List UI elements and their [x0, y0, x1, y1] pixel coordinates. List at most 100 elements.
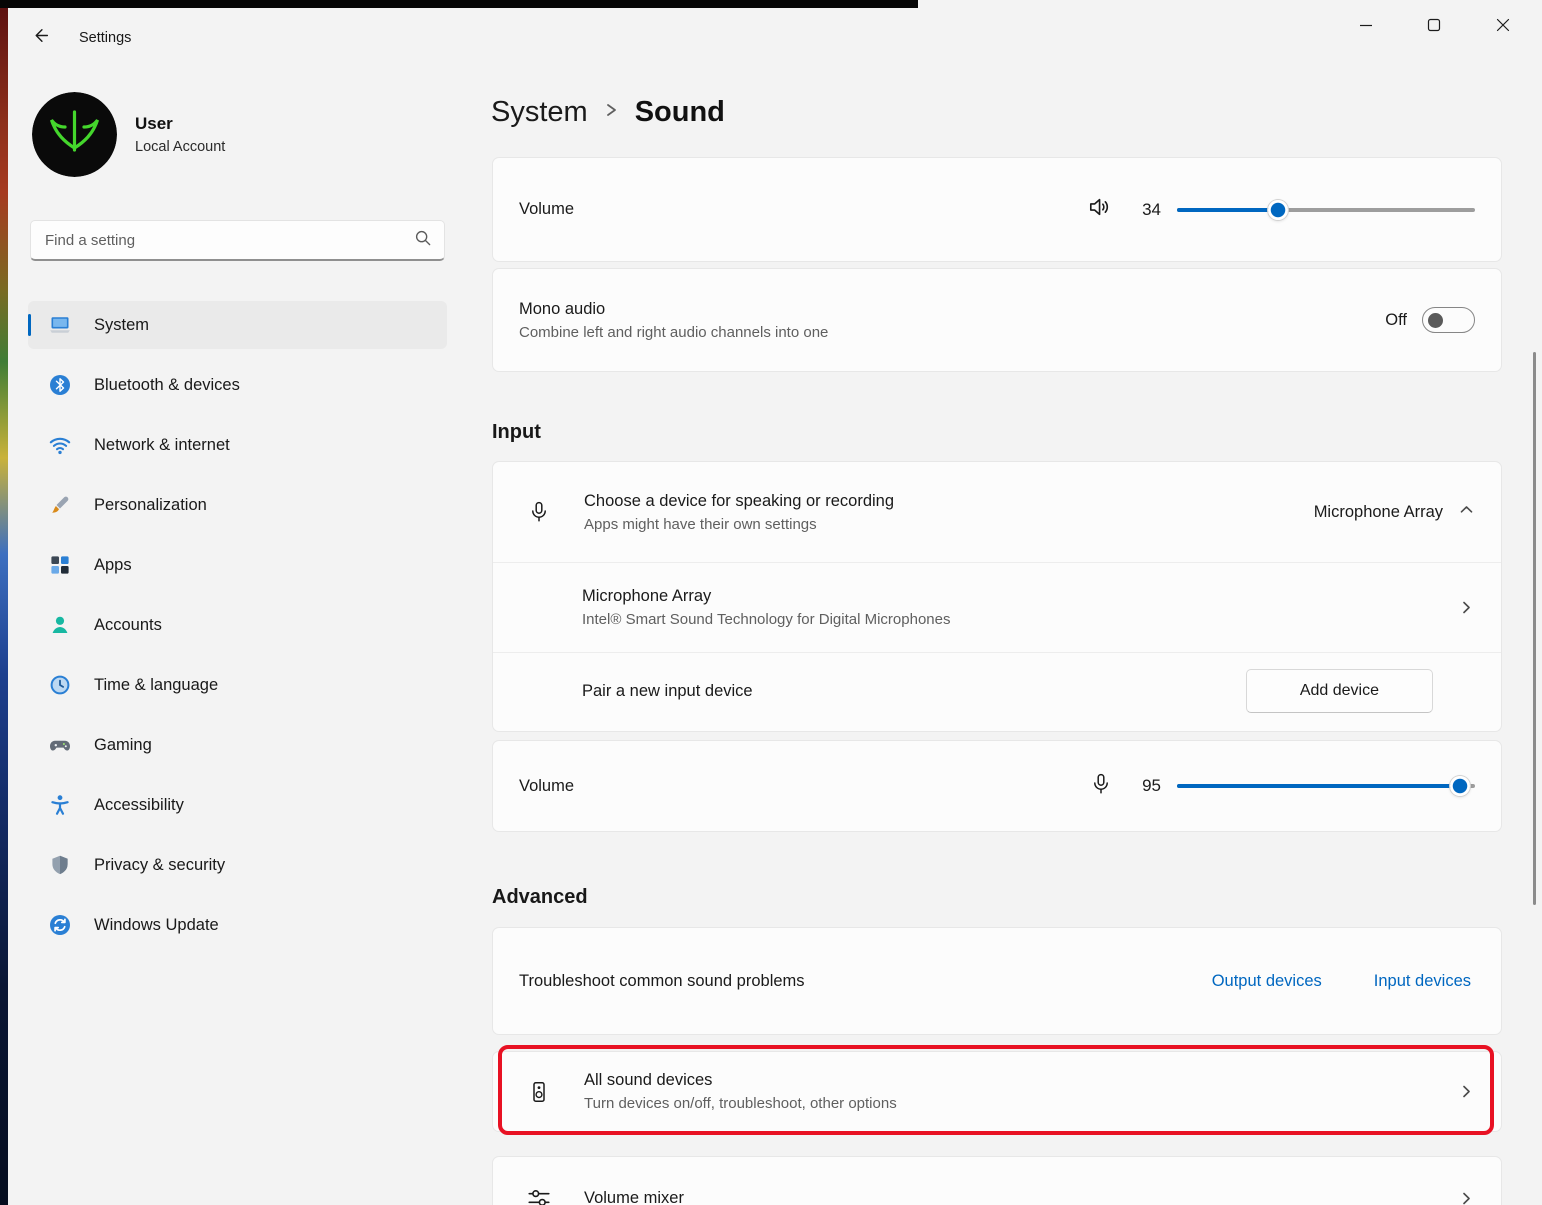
maximize-icon: [1427, 18, 1441, 37]
sidebar-item-label: Personalization: [94, 496, 207, 515]
window-title: Settings: [79, 30, 131, 46]
mono-audio-toggle-group: Off: [1385, 307, 1475, 333]
sidebar-item-label: Accounts: [94, 616, 162, 635]
avatar: [32, 92, 117, 177]
back-button[interactable]: [24, 23, 56, 53]
output-devices-link[interactable]: Output devices: [1212, 972, 1322, 991]
mono-audio-toggle[interactable]: [1422, 307, 1475, 333]
input-volume-slider[interactable]: [1177, 784, 1475, 788]
privacy-security-icon: [48, 853, 72, 877]
sidebar-item-accessibility[interactable]: Accessibility: [28, 781, 447, 829]
account-type: Local Account: [135, 139, 432, 155]
output-volume-card: Volume 34: [492, 157, 1502, 262]
bluetooth-icon: [48, 373, 72, 397]
account-text: User Local Account: [135, 114, 432, 155]
chevron-right-icon: [604, 96, 619, 129]
sidebar-nav: System Bluetooth & devices Network & int…: [28, 301, 447, 961]
search-icon[interactable]: [414, 229, 432, 252]
microphone-array-title: Microphone Array: [582, 587, 1458, 606]
sidebar-item-windows-update[interactable]: Windows Update: [28, 901, 447, 949]
sidebar-item-label: Apps: [94, 556, 132, 575]
sidebar-item-system[interactable]: System: [28, 301, 447, 349]
output-volume-slider[interactable]: [1177, 208, 1475, 212]
input-picker-title: Choose a device for speaking or recordin…: [584, 492, 1314, 511]
search-box: [30, 220, 445, 261]
sidebar-item-label: Network & internet: [94, 436, 230, 455]
pair-input-device-label: Pair a new input device: [582, 682, 753, 701]
input-picker-value: Microphone Array: [1314, 501, 1475, 523]
all-sound-devices-card[interactable]: All sound devices Turn devices on/off, t…: [492, 1051, 1502, 1132]
windows-update-icon: [48, 913, 72, 937]
sidebar-item-apps[interactable]: Apps: [28, 541, 447, 589]
search-input[interactable]: [45, 232, 414, 249]
mono-audio-description: Combine left and right audio channels in…: [519, 324, 1385, 341]
output-volume-slider-fill[interactable]: [1177, 208, 1278, 212]
desktop-edge-left: [0, 0, 8, 1205]
sidebar-item-label: Gaming: [94, 736, 152, 755]
input-picker-description: Apps might have their own settings: [584, 516, 1314, 533]
sidebar-item-network-internet[interactable]: Network & internet: [28, 421, 447, 469]
chevron-right-icon[interactable]: [1458, 1083, 1475, 1100]
input-devices-card: Choose a device for speaking or recordin…: [492, 461, 1502, 732]
troubleshoot-card: Troubleshoot common sound problems Outpu…: [492, 927, 1502, 1035]
mono-audio-card: Mono audio Combine left and right audio …: [492, 268, 1502, 372]
output-volume-label: Volume: [519, 200, 574, 219]
pair-input-device-row: Pair a new input device Add device: [493, 652, 1501, 729]
accessibility-icon: [48, 793, 72, 817]
microphone-array-text: Microphone Array Intel® Smart Sound Tech…: [582, 587, 1458, 628]
maximize-button[interactable]: [1411, 8, 1457, 46]
sidebar-item-label: Accessibility: [94, 796, 184, 815]
input-volume-label: Volume: [519, 777, 574, 796]
account-name: User: [135, 114, 432, 134]
input-volume-slider-fill[interactable]: [1177, 784, 1460, 788]
selected-input-device: Microphone Array: [1314, 503, 1443, 522]
sidebar-item-label: Windows Update: [94, 916, 219, 935]
input-volume-card: Volume 95: [492, 740, 1502, 832]
advanced-section-title: Advanced: [492, 886, 588, 909]
sidebar-item-accounts[interactable]: Accounts: [28, 601, 447, 649]
sidebar-item-label: Privacy & security: [94, 856, 225, 875]
sidebar-item-label: System: [94, 316, 149, 335]
system-icon: [48, 313, 72, 337]
accounts-icon: [48, 613, 72, 637]
breadcrumb-system[interactable]: System: [491, 96, 588, 129]
minimize-button[interactable]: [1343, 8, 1389, 46]
volume-mixer-title: Volume mixer: [584, 1189, 1458, 1205]
microphone-array-description: Intel® Smart Sound Technology for Digita…: [582, 611, 1458, 628]
troubleshoot-links: Output devices Input devices: [1212, 972, 1471, 991]
arrow-left-icon: [31, 26, 50, 50]
mono-audio-text: Mono audio Combine left and right audio …: [519, 300, 1385, 341]
sidebar-item-privacy-security[interactable]: Privacy & security: [28, 841, 447, 889]
gaming-icon: [48, 733, 72, 757]
chevron-up-icon[interactable]: [1458, 501, 1475, 523]
input-device-picker[interactable]: Choose a device for speaking or recordin…: [493, 462, 1501, 562]
input-devices-link[interactable]: Input devices: [1374, 972, 1471, 991]
add-device-button[interactable]: Add device: [1246, 669, 1433, 713]
account-header[interactable]: User Local Account: [32, 92, 432, 177]
speaker-icon[interactable]: [1087, 194, 1113, 225]
sidebar-item-time-language[interactable]: Time & language: [28, 661, 447, 709]
volume-mixer-card[interactable]: Volume mixer: [492, 1156, 1502, 1205]
input-volume-controls: 95: [1089, 772, 1475, 801]
scrollbar-thumb[interactable]: [1533, 352, 1536, 905]
sidebar-item-bluetooth-devices[interactable]: Bluetooth & devices: [28, 361, 447, 409]
minimize-icon: [1359, 18, 1373, 37]
speaker-box-icon: [526, 1080, 552, 1104]
microphone-array-item[interactable]: Microphone Array Intel® Smart Sound Tech…: [493, 562, 1501, 652]
all-sound-devices-text: All sound devices Turn devices on/off, t…: [584, 1071, 1458, 1112]
microphone-icon[interactable]: [1089, 772, 1113, 801]
all-sound-devices-title: All sound devices: [584, 1071, 1458, 1090]
chevron-right-icon[interactable]: [1458, 1190, 1475, 1205]
time-language-icon: [48, 673, 72, 697]
all-sound-devices-description: Turn devices on/off, troubleshoot, other…: [584, 1095, 1458, 1112]
sidebar-item-personalization[interactable]: Personalization: [28, 481, 447, 529]
breadcrumb: System Sound: [491, 96, 725, 129]
output-volume-value: 34: [1133, 200, 1161, 220]
chevron-right-icon[interactable]: [1458, 599, 1475, 616]
input-volume-value: 95: [1133, 776, 1161, 796]
close-button[interactable]: [1480, 8, 1526, 46]
volume-mixer-text: Volume mixer: [584, 1189, 1458, 1205]
sidebar-item-gaming[interactable]: Gaming: [28, 721, 447, 769]
troubleshoot-label: Troubleshoot common sound problems: [519, 972, 1212, 991]
settings-window: Settings User Local Ac: [0, 0, 1542, 1205]
